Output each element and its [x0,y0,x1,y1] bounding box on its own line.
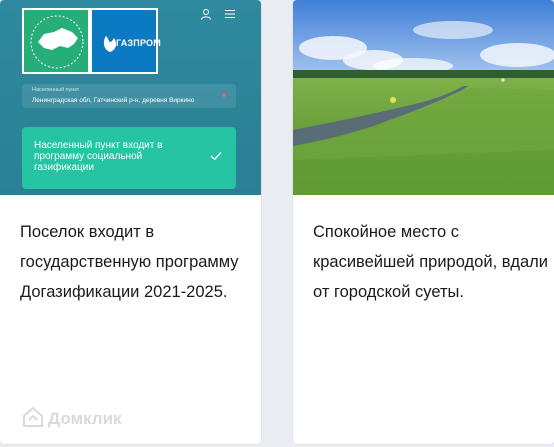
gasification-status-card: Населенный пункт входит в программу соци… [22,127,236,189]
menu-icon[interactable] [224,8,236,20]
gazprom-logo-text: ГАЗПРОМ [116,38,161,48]
program-caption: Поселок входит в государственную програм… [20,223,239,301]
watermark-text: Домклик [48,409,122,428]
address-label: Населенный пункт [32,87,80,93]
user-icon[interactable] [200,8,212,20]
address-value: Ленинградская обл, Гатчинский р-н, дерев… [32,97,195,104]
address-field[interactable]: Населенный пункт Ленинградская обл, Гатч… [22,84,236,108]
nature-card: Спокойное место с красивейшей природой, … [293,0,554,444]
house-icon [23,406,43,427]
check-icon [210,152,222,161]
gasification-logo [22,8,90,74]
russia-map-icon [30,15,84,69]
address-marker-icon [222,93,226,97]
program-hero: ГАЗПРОМ Населенный пункт Ленинградская о… [0,0,261,195]
status-text: Населенный пункт входит в программу соци… [34,140,163,173]
program-card: ГАЗПРОМ Населенный пункт Ленинградская о… [0,0,261,444]
gazprom-logo: ГАЗПРОМ [90,8,161,74]
nature-caption: Спокойное место с красивейшей природой, … [313,223,548,301]
landscape-photo [293,0,554,195]
